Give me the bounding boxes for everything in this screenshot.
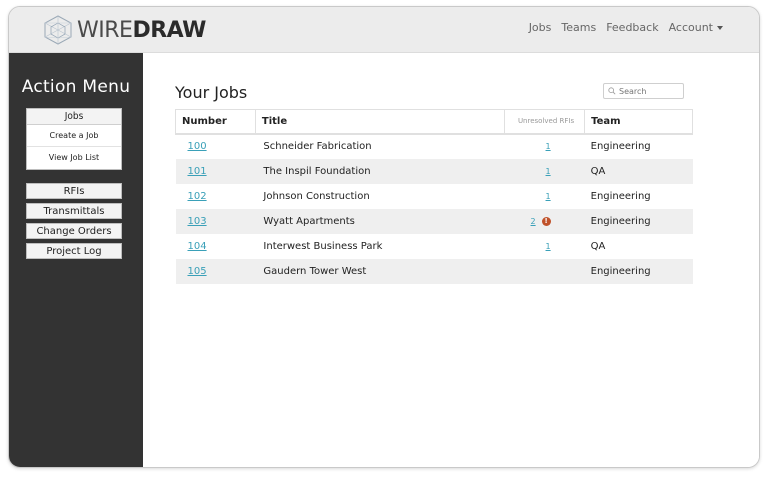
- brand-name-thin: WIRE: [77, 17, 133, 43]
- rfi-count-link[interactable]: 1: [546, 242, 551, 251]
- job-number-cell: 101: [175, 158, 256, 184]
- rfi-cell: 2!: [504, 208, 585, 234]
- job-number-link[interactable]: 104: [182, 241, 207, 252]
- brand-name: WIREDRAW: [77, 18, 206, 43]
- job-number-link[interactable]: 100: [182, 141, 207, 152]
- job-title-cell: The Inspil Foundation: [255, 158, 505, 184]
- chevron-down-icon: [717, 26, 723, 30]
- app-window: WIREDRAW Jobs Teams Feedback Account Act…: [8, 6, 760, 468]
- job-number-cell: 102: [176, 184, 256, 209]
- rfi-count-link[interactable]: 1: [546, 167, 551, 176]
- sidebar-item-rfis[interactable]: RFIs: [26, 183, 122, 199]
- column-header-number[interactable]: Number: [175, 109, 256, 135]
- rfi-count-link[interactable]: 2: [531, 217, 536, 226]
- rfi-cell: [504, 258, 585, 284]
- sidebar-item-view-job-list[interactable]: View Job List: [27, 147, 121, 169]
- team-cell: QA: [584, 158, 693, 184]
- job-title-cell: Johnson Construction: [263, 190, 370, 202]
- nav-jobs[interactable]: Jobs: [529, 21, 552, 34]
- sidebar-item-jobs[interactable]: Jobs: [27, 109, 121, 125]
- team-cell: Engineering: [590, 190, 651, 202]
- search-input[interactable]: [619, 86, 679, 96]
- job-title-cell: Wyatt Apartments: [255, 208, 505, 234]
- sidebar-item-project-log[interactable]: Project Log: [26, 243, 122, 259]
- search-box[interactable]: [603, 83, 684, 99]
- nav-account[interactable]: Account: [669, 21, 723, 34]
- team-cell: QA: [590, 240, 606, 252]
- job-number-link[interactable]: 105: [182, 266, 207, 277]
- sidebar-title: Action Menu: [21, 77, 131, 97]
- table-row: 102 Johnson Construction 1 Engineering: [176, 184, 693, 209]
- job-title-cell: Gaudern Tower West: [255, 258, 505, 284]
- logo-icon: [44, 15, 72, 45]
- team-cell: Engineering: [584, 258, 693, 284]
- table-row: 100 Schneider Fabrication 1 Engineering: [176, 134, 693, 159]
- job-number-link[interactable]: 103: [182, 216, 207, 227]
- rfi-cell: 1: [505, 184, 585, 209]
- job-title-cell: Interwest Business Park: [263, 240, 383, 252]
- nav-account-label: Account: [668, 21, 713, 34]
- column-header-title[interactable]: Title: [254, 109, 506, 135]
- job-number-cell: 100: [176, 134, 256, 159]
- job-number-link[interactable]: 101: [182, 166, 207, 177]
- column-header-rfis[interactable]: Unresolved RFIs: [504, 109, 586, 135]
- sidebar-group-jobs: Jobs Create a Job View Job List: [26, 108, 122, 170]
- rfi-cell: 1: [504, 158, 585, 184]
- table-header-row: Number Title Unresolved RFIs Team: [175, 109, 693, 135]
- main-content: Your Jobs Number Title Unresolved RFIs T…: [143, 53, 759, 467]
- job-number-cell: 104: [176, 234, 256, 259]
- rfi-cell: 1: [505, 134, 585, 159]
- sidebar-item-transmittals[interactable]: Transmittals: [26, 203, 122, 219]
- table-row: 103 Wyatt Apartments 2! Engineering: [175, 208, 693, 234]
- top-nav: Jobs Teams Feedback Account: [529, 21, 723, 34]
- team-cell: Engineering: [584, 208, 693, 234]
- search-icon: [608, 87, 616, 95]
- sidebar-item-create-job[interactable]: Create a Job: [27, 125, 121, 147]
- brand-name-bold: DRAW: [132, 17, 206, 43]
- job-number-cell: 103: [175, 208, 256, 234]
- table-row: 105 Gaudern Tower West Engineering: [175, 258, 693, 284]
- team-cell: Engineering: [590, 141, 651, 152]
- job-title-cell: Schneider Fabrication: [263, 141, 372, 152]
- page-title: Your Jobs: [175, 83, 248, 102]
- brand-logo[interactable]: WIREDRAW: [43, 13, 206, 47]
- nav-feedback[interactable]: Feedback: [606, 21, 658, 34]
- job-number-cell: 105: [175, 258, 256, 284]
- column-header-team[interactable]: Team: [584, 109, 693, 135]
- top-bar: WIREDRAW Jobs Teams Feedback Account: [9, 7, 759, 53]
- alert-icon: !: [541, 216, 551, 226]
- job-number-link[interactable]: 102: [182, 191, 207, 202]
- jobs-table: Number Title Unresolved RFIs Team 100 Sc…: [175, 109, 693, 284]
- rfi-cell: 1: [505, 234, 585, 259]
- sidebar: Action Menu Jobs Create a Job View Job L…: [9, 53, 143, 467]
- nav-teams[interactable]: Teams: [561, 21, 596, 34]
- rfi-count-link[interactable]: 1: [546, 192, 551, 201]
- sidebar-item-change-orders[interactable]: Change Orders: [26, 223, 122, 239]
- table-row: 101 The Inspil Foundation 1 QA: [175, 158, 693, 184]
- rfi-count-link[interactable]: 1: [546, 142, 551, 151]
- table-row: 104 Interwest Business Park 1 QA: [176, 234, 693, 259]
